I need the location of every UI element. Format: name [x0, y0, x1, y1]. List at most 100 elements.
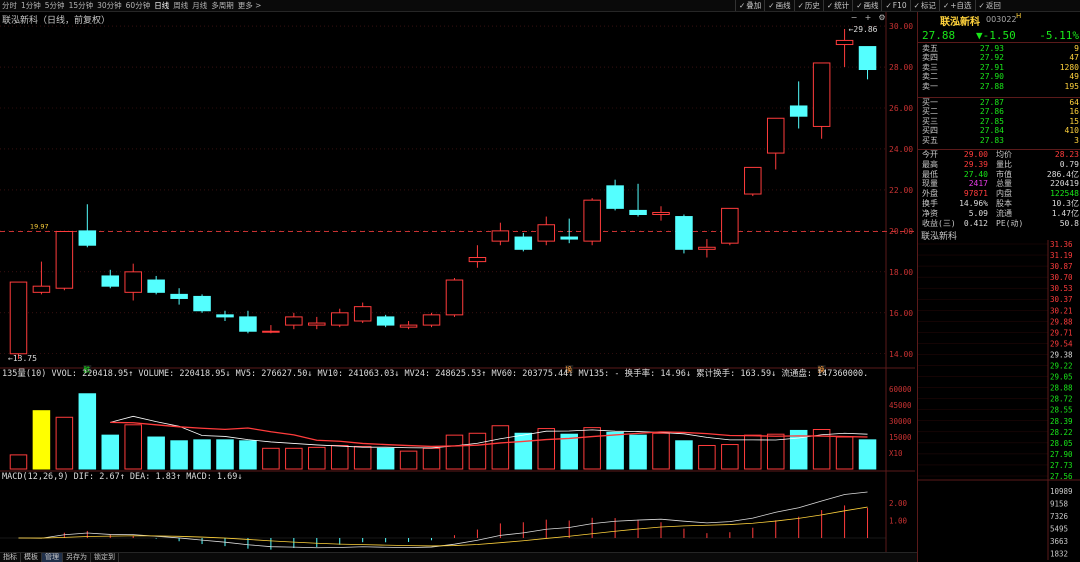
candle-body[interactable]: [721, 207, 739, 244]
candle-body[interactable]: [101, 275, 120, 287]
candle-body[interactable]: [124, 271, 142, 293]
candle-body[interactable]: [445, 279, 464, 316]
period-tab[interactable]: 日线: [152, 0, 171, 11]
intraday-mini-chart[interactable]: 31.36 31.19 30.87 30.70 30.53 30.37 30.21 29.88…: [918, 240, 1080, 560]
candle-body[interactable]: [399, 324, 418, 328]
volume-bar[interactable]: [239, 440, 257, 470]
candle-body[interactable]: [9, 281, 28, 355]
ask-row[interactable]: 卖二 27.90 49: [918, 72, 1080, 81]
tool-button[interactable]: 画线: [852, 0, 881, 11]
bottom-tab[interactable]: 指标: [0, 553, 21, 562]
bid-row[interactable]: 买四 27.84 410: [918, 126, 1080, 135]
candle-body[interactable]: [835, 39, 854, 46]
ask-row[interactable]: 卖一 27.88 195: [918, 82, 1080, 91]
candle-body[interactable]: [766, 117, 785, 154]
candle-body[interactable]: [789, 105, 808, 117]
period-tab[interactable]: 分时: [0, 0, 19, 11]
candle-body[interactable]: [858, 46, 877, 71]
volume-bar[interactable]: [101, 434, 120, 470]
ask-row[interactable]: 卖四 27.92 47: [918, 53, 1080, 62]
candle-body[interactable]: [606, 185, 624, 209]
settings-icon[interactable]: ⚙: [878, 14, 886, 22]
volume-bar[interactable]: [629, 434, 647, 470]
candle-body[interactable]: [652, 211, 670, 216]
tool-button[interactable]: 统计: [822, 0, 852, 11]
candle-body[interactable]: [353, 306, 372, 322]
tool-button[interactable]: 历史: [793, 0, 823, 11]
bid-row[interactable]: 买三 27.85 15: [918, 117, 1080, 126]
candle-body[interactable]: [285, 316, 303, 326]
volume-bar[interactable]: [32, 410, 51, 470]
tool-button[interactable]: 标记: [909, 0, 939, 11]
ask-row[interactable]: 卖三 27.91 1280: [918, 63, 1080, 72]
candle-body[interactable]: [675, 216, 693, 250]
period-tab[interactable]: 15分钟: [67, 0, 96, 11]
volume-bar[interactable]: [55, 416, 74, 470]
volume-bar[interactable]: [353, 445, 372, 470]
tool-button[interactable]: 返回: [974, 0, 1004, 11]
candle-body[interactable]: [468, 257, 487, 263]
volume-bar[interactable]: [652, 432, 670, 470]
volume-bar[interactable]: [308, 446, 326, 470]
candle-body[interactable]: [216, 314, 234, 318]
volume-bar[interactable]: [721, 444, 739, 470]
period-tab[interactable]: 5分钟: [43, 0, 67, 11]
candle-body[interactable]: [193, 295, 211, 312]
volume-bar[interactable]: [399, 450, 418, 470]
bid-row[interactable]: 买一 27.87 64: [918, 98, 1080, 107]
volume-bar[interactable]: [583, 427, 601, 470]
volume-bar[interactable]: [560, 433, 578, 470]
tool-button[interactable]: F10: [881, 0, 909, 11]
candle-body[interactable]: [262, 330, 280, 333]
volume-bar[interactable]: [285, 447, 303, 470]
volume-bar[interactable]: [537, 428, 556, 470]
period-tab[interactable]: 60分钟: [124, 0, 153, 11]
volume-bar[interactable]: [675, 440, 693, 470]
bid-row[interactable]: 买二 27.86 16: [918, 107, 1080, 116]
period-tab[interactable]: 周线: [171, 0, 190, 11]
bottom-tab[interactable]: 管理: [42, 553, 63, 562]
bid-row[interactable]: 买五 27.83 3: [918, 136, 1080, 145]
volume-bar[interactable]: [216, 439, 234, 470]
volume-bar[interactable]: [193, 439, 211, 470]
zoom-in-icon[interactable]: +: [864, 14, 872, 22]
volume-bar[interactable]: [9, 454, 28, 470]
kline-chart-svg[interactable]: 30.0028.0026.0024.0022.0020.0018.0016.00…: [0, 12, 915, 552]
candle-body[interactable]: [698, 246, 716, 250]
volume-bar[interactable]: [445, 434, 464, 470]
candle-body[interactable]: [812, 62, 831, 127]
period-tab[interactable]: 1分钟: [19, 0, 43, 11]
candle-body[interactable]: [308, 322, 326, 326]
kline-chart-panel[interactable]: 30.00 28.00 26.00 24.00 22.00 20.00 18.00 16.00…: [0, 12, 915, 562]
zoom-out-icon[interactable]: −: [850, 14, 858, 22]
candle-body[interactable]: [147, 279, 165, 293]
tool-button[interactable]: 叠加: [735, 0, 764, 11]
volume-bar[interactable]: [491, 425, 510, 470]
bottom-tab[interactable]: 锁定到: [91, 553, 119, 562]
candle-body[interactable]: [55, 231, 74, 289]
volume-bar[interactable]: [124, 424, 142, 470]
period-tab[interactable]: 更多 >: [236, 0, 264, 11]
candle-body[interactable]: [514, 236, 533, 250]
volume-bar[interactable]: [698, 444, 716, 470]
volume-bar[interactable]: [606, 431, 624, 470]
period-tab[interactable]: 多周期: [209, 0, 236, 11]
bottom-tab[interactable]: 模板: [21, 553, 42, 562]
candle-body[interactable]: [491, 230, 510, 242]
ask-row[interactable]: 卖五 27.93 9: [918, 44, 1080, 53]
candle-body[interactable]: [422, 314, 441, 326]
candle-body[interactable]: [170, 293, 188, 299]
volume-bar[interactable]: [170, 440, 188, 470]
volume-bar[interactable]: [376, 447, 395, 470]
period-tab[interactable]: 月线: [190, 0, 209, 11]
tool-button[interactable]: 画线: [764, 0, 793, 11]
bottom-tab[interactable]: 另存为: [63, 553, 91, 562]
volume-bar[interactable]: [514, 432, 533, 470]
candle-body[interactable]: [560, 236, 578, 240]
volume-bar[interactable]: [468, 432, 487, 470]
candle-body[interactable]: [32, 285, 51, 293]
candle-body[interactable]: [744, 166, 762, 195]
candle-body[interactable]: [78, 230, 97, 246]
volume-bar[interactable]: [262, 447, 280, 470]
volume-bar[interactable]: [858, 439, 877, 470]
